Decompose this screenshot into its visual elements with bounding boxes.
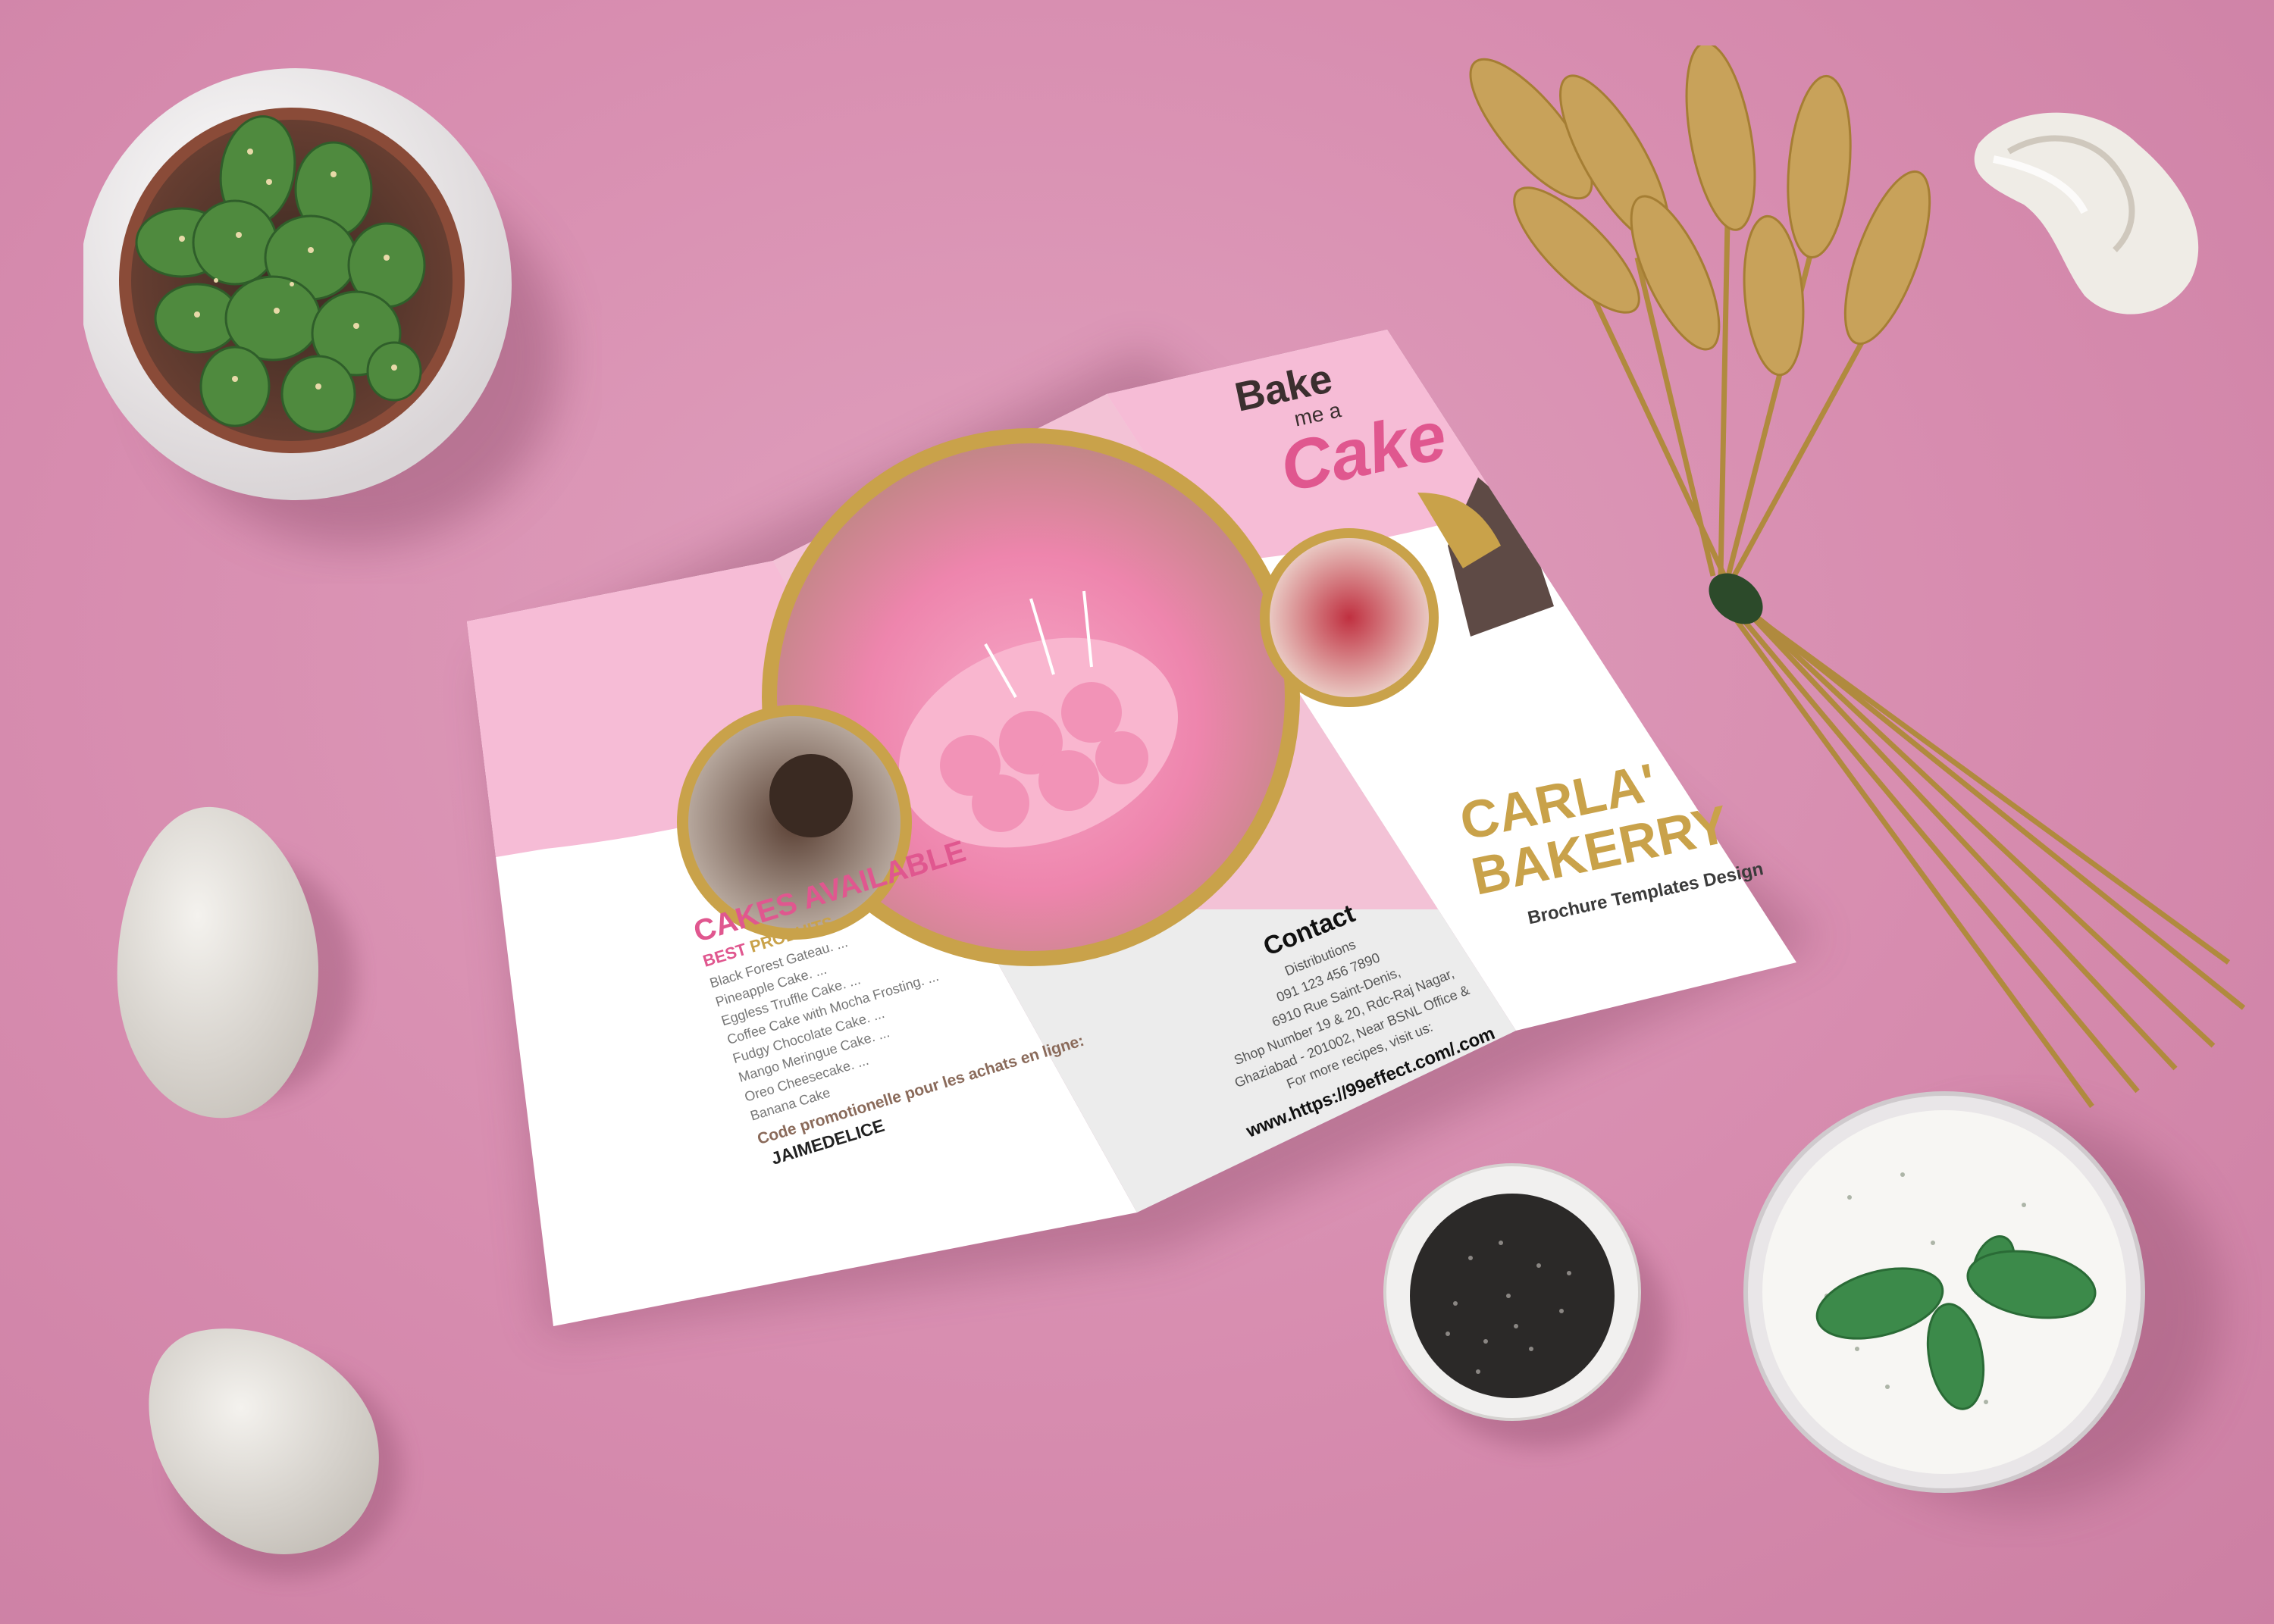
brochure: Bake me a Cake CARLA' BAKERRY Brochure T…: [455, 318, 1819, 1341]
cake-slice-photo: [1270, 538, 1429, 697]
scene: Bake me a Cake CARLA' BAKERRY Brochure T…: [0, 0, 2274, 1624]
stone-image: [117, 806, 318, 1119]
stone-image: [149, 1328, 379, 1554]
